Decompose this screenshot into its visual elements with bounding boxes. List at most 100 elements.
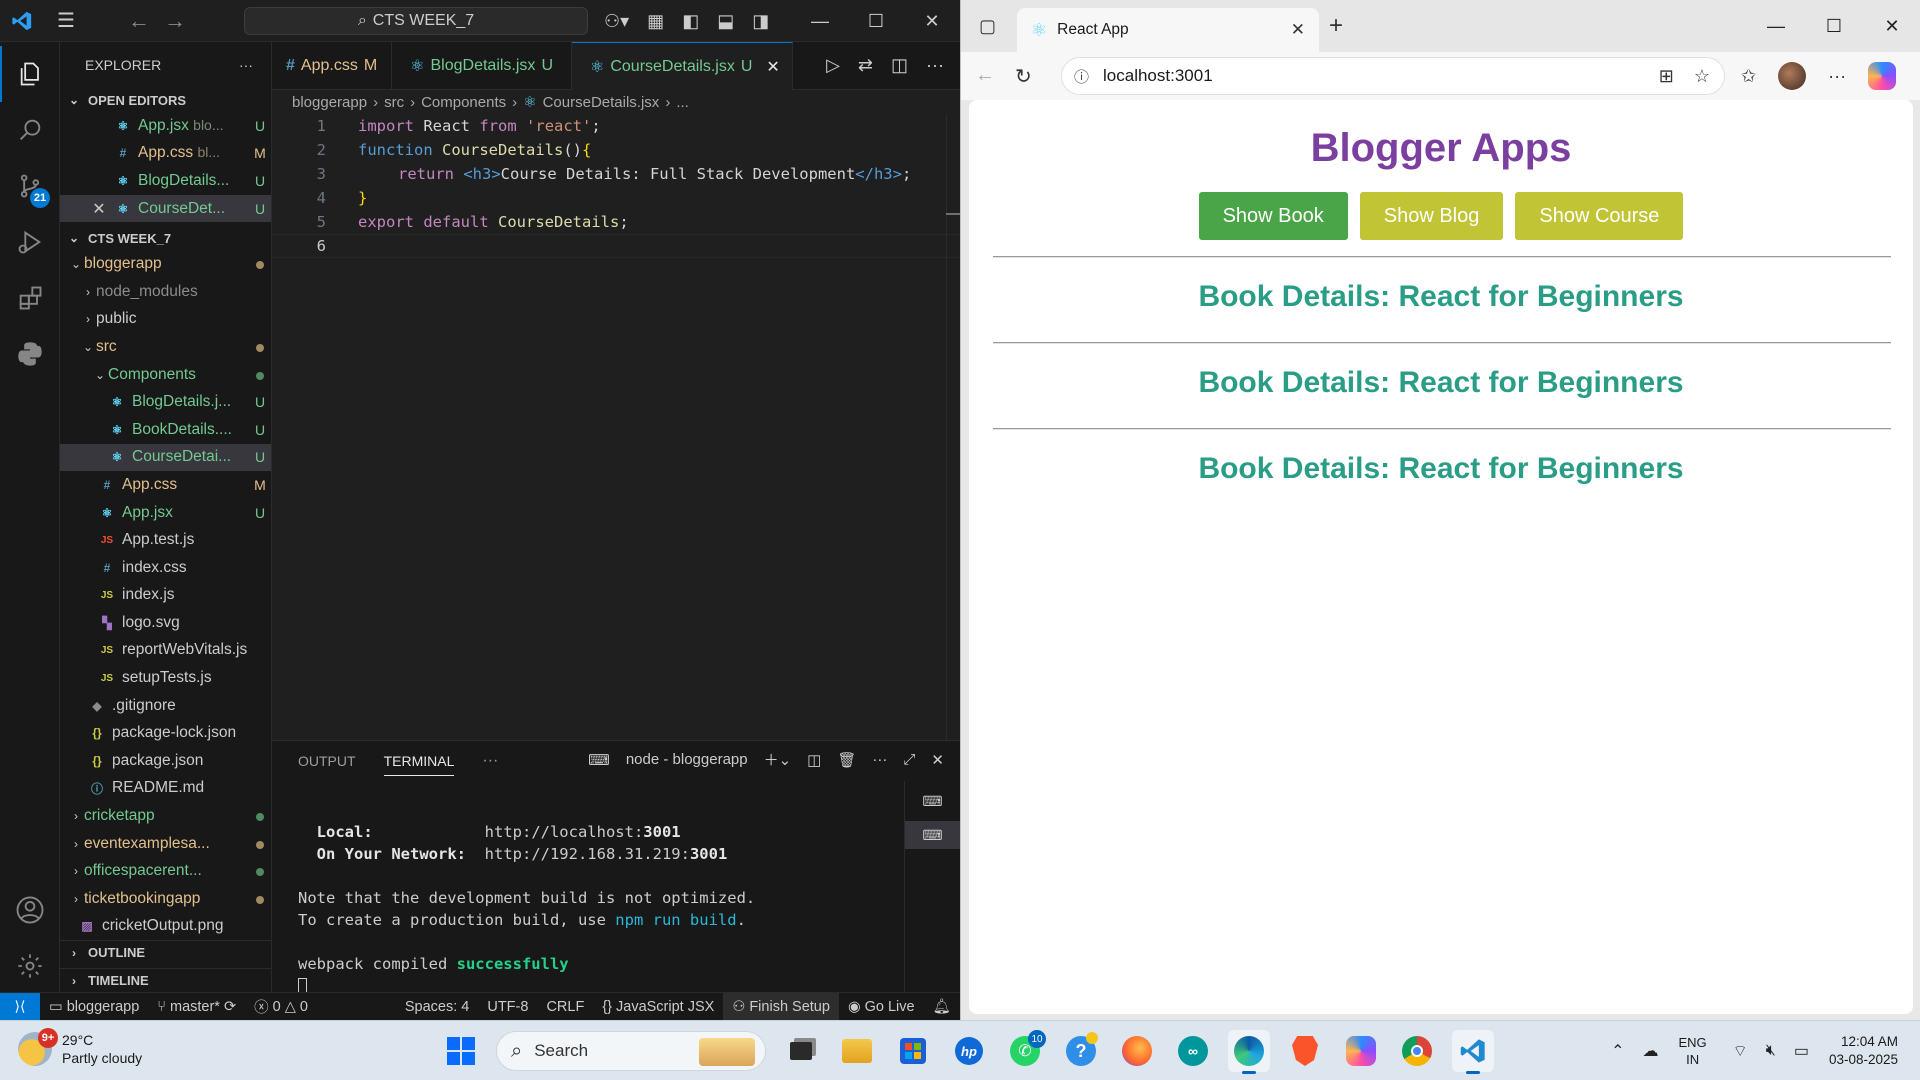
python-icon[interactable] (0, 326, 60, 382)
run-icon[interactable]: ▷ (826, 55, 840, 76)
arduino-button[interactable]: ∞ (1172, 1030, 1214, 1072)
browser-tab[interactable]: ⚛ React App ✕ (1017, 8, 1319, 52)
tree-file-coursedetails[interactable]: ⚛ CourseDetai... U (60, 443, 271, 472)
breadcrumb-item[interactable]: bloggerapp (292, 94, 367, 111)
profile-avatar[interactable] (1778, 62, 1807, 90)
tree-folder-node-modules[interactable]: › node_modules (60, 278, 271, 306)
vscode-button[interactable] (1452, 1030, 1494, 1074)
close-icon[interactable]: ✕ (1863, 0, 1920, 52)
close-tab-icon[interactable]: ✕ (766, 57, 779, 77)
minimize-icon[interactable]: — (792, 0, 848, 42)
help-button[interactable]: ? (1060, 1030, 1102, 1072)
editor-scrollbar[interactable] (946, 114, 960, 740)
tree-file-cricketoutput[interactable]: ▨ cricketOutput.png (60, 913, 271, 941)
open-editor-item[interactable]: ⚛ App.jsx blo... U (60, 112, 271, 140)
more-actions-icon[interactable]: ··· (482, 752, 498, 770)
tab-output[interactable]: OUTPUT (298, 753, 356, 769)
status-encoding[interactable]: UTF-8 (478, 993, 537, 1021)
open-editor-item[interactable]: ⚛ BlogDetails... U (60, 167, 271, 195)
customize-layout-icon[interactable]: ▦ (647, 11, 664, 32)
tree-folder-eventexamples[interactable]: › eventexamplesa... (60, 830, 271, 858)
compare-changes-icon[interactable]: ⇄ (858, 55, 873, 76)
status-folder[interactable]: ▭ bloggerapp (40, 993, 148, 1021)
tree-folder-officespace[interactable]: › officespacerent... (60, 857, 271, 885)
maximize-icon[interactable]: ☐ (1805, 0, 1863, 52)
copilot-icon[interactable]: ⚇▾ (604, 11, 629, 32)
breadcrumb-item[interactable]: Components (421, 94, 506, 111)
task-view-button[interactable] (780, 1030, 822, 1072)
tree-folder-components[interactable]: ⌄ Components (60, 361, 271, 389)
run-debug-icon[interactable] (0, 214, 60, 270)
tree-file-app-css[interactable]: # App.css M (60, 471, 271, 499)
tree-file-setuptests[interactable]: JS setupTests.js (60, 664, 271, 692)
status-problems[interactable]: ⓧ 0 △ 0 (245, 993, 317, 1021)
chrome-button[interactable] (1396, 1030, 1438, 1072)
tree-folder-bloggerapp[interactable]: ⌄ bloggerapp (60, 250, 271, 278)
command-center-search[interactable]: ⌕ CTS WEEK_7 (244, 7, 588, 35)
outline-section[interactable]: › OUTLINE (60, 940, 271, 964)
workspace-section[interactable]: ⌄ CTS WEEK_7 (60, 226, 271, 250)
tab-blogdetails[interactable]: ⚛ BlogDetails.jsx U (392, 42, 572, 90)
remote-icon[interactable]: ⟩⟨ (0, 992, 40, 1021)
terminal-output[interactable]: Local: http://localhost:3001 On Your Net… (298, 821, 755, 997)
accounts-icon[interactable] (0, 882, 60, 938)
status-branch[interactable]: ⑂ master* ⟳ (148, 993, 245, 1021)
toggle-secondary-sidebar-icon[interactable]: ◨ (752, 11, 769, 32)
show-blog-button[interactable]: Show Blog (1359, 192, 1504, 240)
hp-button[interactable]: hp (948, 1030, 990, 1072)
tree-file-package-json[interactable]: {} package.json (60, 747, 271, 775)
copilot-button[interactable] (1340, 1030, 1382, 1072)
status-go-live[interactable]: ◉ Go Live (839, 993, 924, 1021)
tree-folder-ticketbooking[interactable]: › ticketbookingapp (60, 885, 271, 913)
firefox-button[interactable] (1116, 1030, 1158, 1072)
brave-button[interactable] (1284, 1030, 1326, 1072)
open-editor-item[interactable]: # App.css bl... M (60, 140, 271, 168)
status-finish-setup[interactable]: ⚇ Finish Setup (723, 992, 839, 1021)
tab-app-css[interactable]: # App.css M (272, 42, 393, 90)
favorites-icon[interactable]: ✩ (1741, 66, 1756, 87)
app-available-icon[interactable]: ⊞ (1659, 66, 1674, 87)
breadcrumb-item[interactable]: src (384, 94, 404, 111)
address-bar[interactable]: ⓘ localhost:3001 ⊞ ☆ (1061, 57, 1725, 95)
volume-muted-icon[interactable]: 🔇︎ (1766, 1042, 1776, 1060)
show-book-button[interactable]: Show Book (1198, 192, 1348, 240)
close-tab-icon[interactable]: ✕ (1291, 20, 1305, 40)
forward-arrow-icon[interactable]: → (164, 8, 186, 34)
extensions-icon[interactable] (0, 270, 60, 326)
site-info-icon[interactable]: ⓘ (1074, 66, 1089, 87)
more-actions-icon[interactable]: ··· (872, 751, 887, 768)
more-actions-icon[interactable]: ··· (239, 57, 253, 73)
tab-terminal[interactable]: TERMINAL (383, 753, 455, 776)
refresh-icon[interactable]: ↻ (1015, 64, 1032, 89)
close-panel-icon[interactable]: ✕ (931, 751, 944, 769)
tree-folder-public[interactable]: › public (60, 306, 271, 334)
split-terminal-icon[interactable]: ◫ (807, 751, 821, 769)
tree-file-package-lock[interactable]: {} package-lock.json (60, 719, 271, 747)
onedrive-icon[interactable]: ☁ (1643, 1041, 1659, 1061)
split-editor-icon[interactable]: ◫ (891, 55, 908, 76)
tree-file-reportwebvitals[interactable]: JS reportWebVitals.js (60, 637, 271, 665)
tree-folder-src[interactable]: ⌄ src (60, 333, 271, 361)
toggle-sidebar-icon[interactable]: ◧ (682, 11, 699, 32)
battery-icon[interactable]: ▭ (1794, 1041, 1809, 1061)
whatsapp-button[interactable]: ✆ 10 (1004, 1030, 1046, 1072)
favorite-star-icon[interactable]: ☆ (1694, 66, 1710, 87)
tree-file-app-jsx[interactable]: ⚛ App.jsx U (60, 499, 271, 527)
tab-actions-icon[interactable]: ▢ (979, 16, 996, 37)
explorer-icon[interactable] (0, 46, 60, 102)
code-editor[interactable]: 1 import React from 'react'; 2 function … (272, 114, 960, 740)
tree-file-readme[interactable]: ⓘ README.md (60, 775, 271, 803)
back-arrow-icon[interactable]: ← (128, 8, 150, 34)
settings-gear-icon[interactable] (0, 938, 60, 994)
maximize-icon[interactable]: ☐ (848, 0, 904, 42)
breadcrumb-item[interactable]: CourseDetails.jsx (543, 94, 660, 111)
open-editor-item-active[interactable]: ✕ ⚛ CourseDet... U (60, 194, 271, 223)
tree-file-gitignore[interactable]: ◆ .gitignore (60, 692, 271, 720)
notifications-bell-icon[interactable]: 🔔︎ (924, 993, 960, 1021)
more-options-icon[interactable]: ··· (1828, 66, 1846, 87)
tree-file-blogdetails[interactable]: ⚛ BlogDetails.j... U (60, 388, 271, 416)
tree-file-logo[interactable]: ▚ logo.svg (60, 609, 271, 637)
wifi-icon[interactable]: ⌔ (1733, 1041, 1748, 1061)
status-eol[interactable]: CRLF (537, 993, 593, 1021)
maximize-panel-icon[interactable]: ⤢ (903, 751, 915, 768)
